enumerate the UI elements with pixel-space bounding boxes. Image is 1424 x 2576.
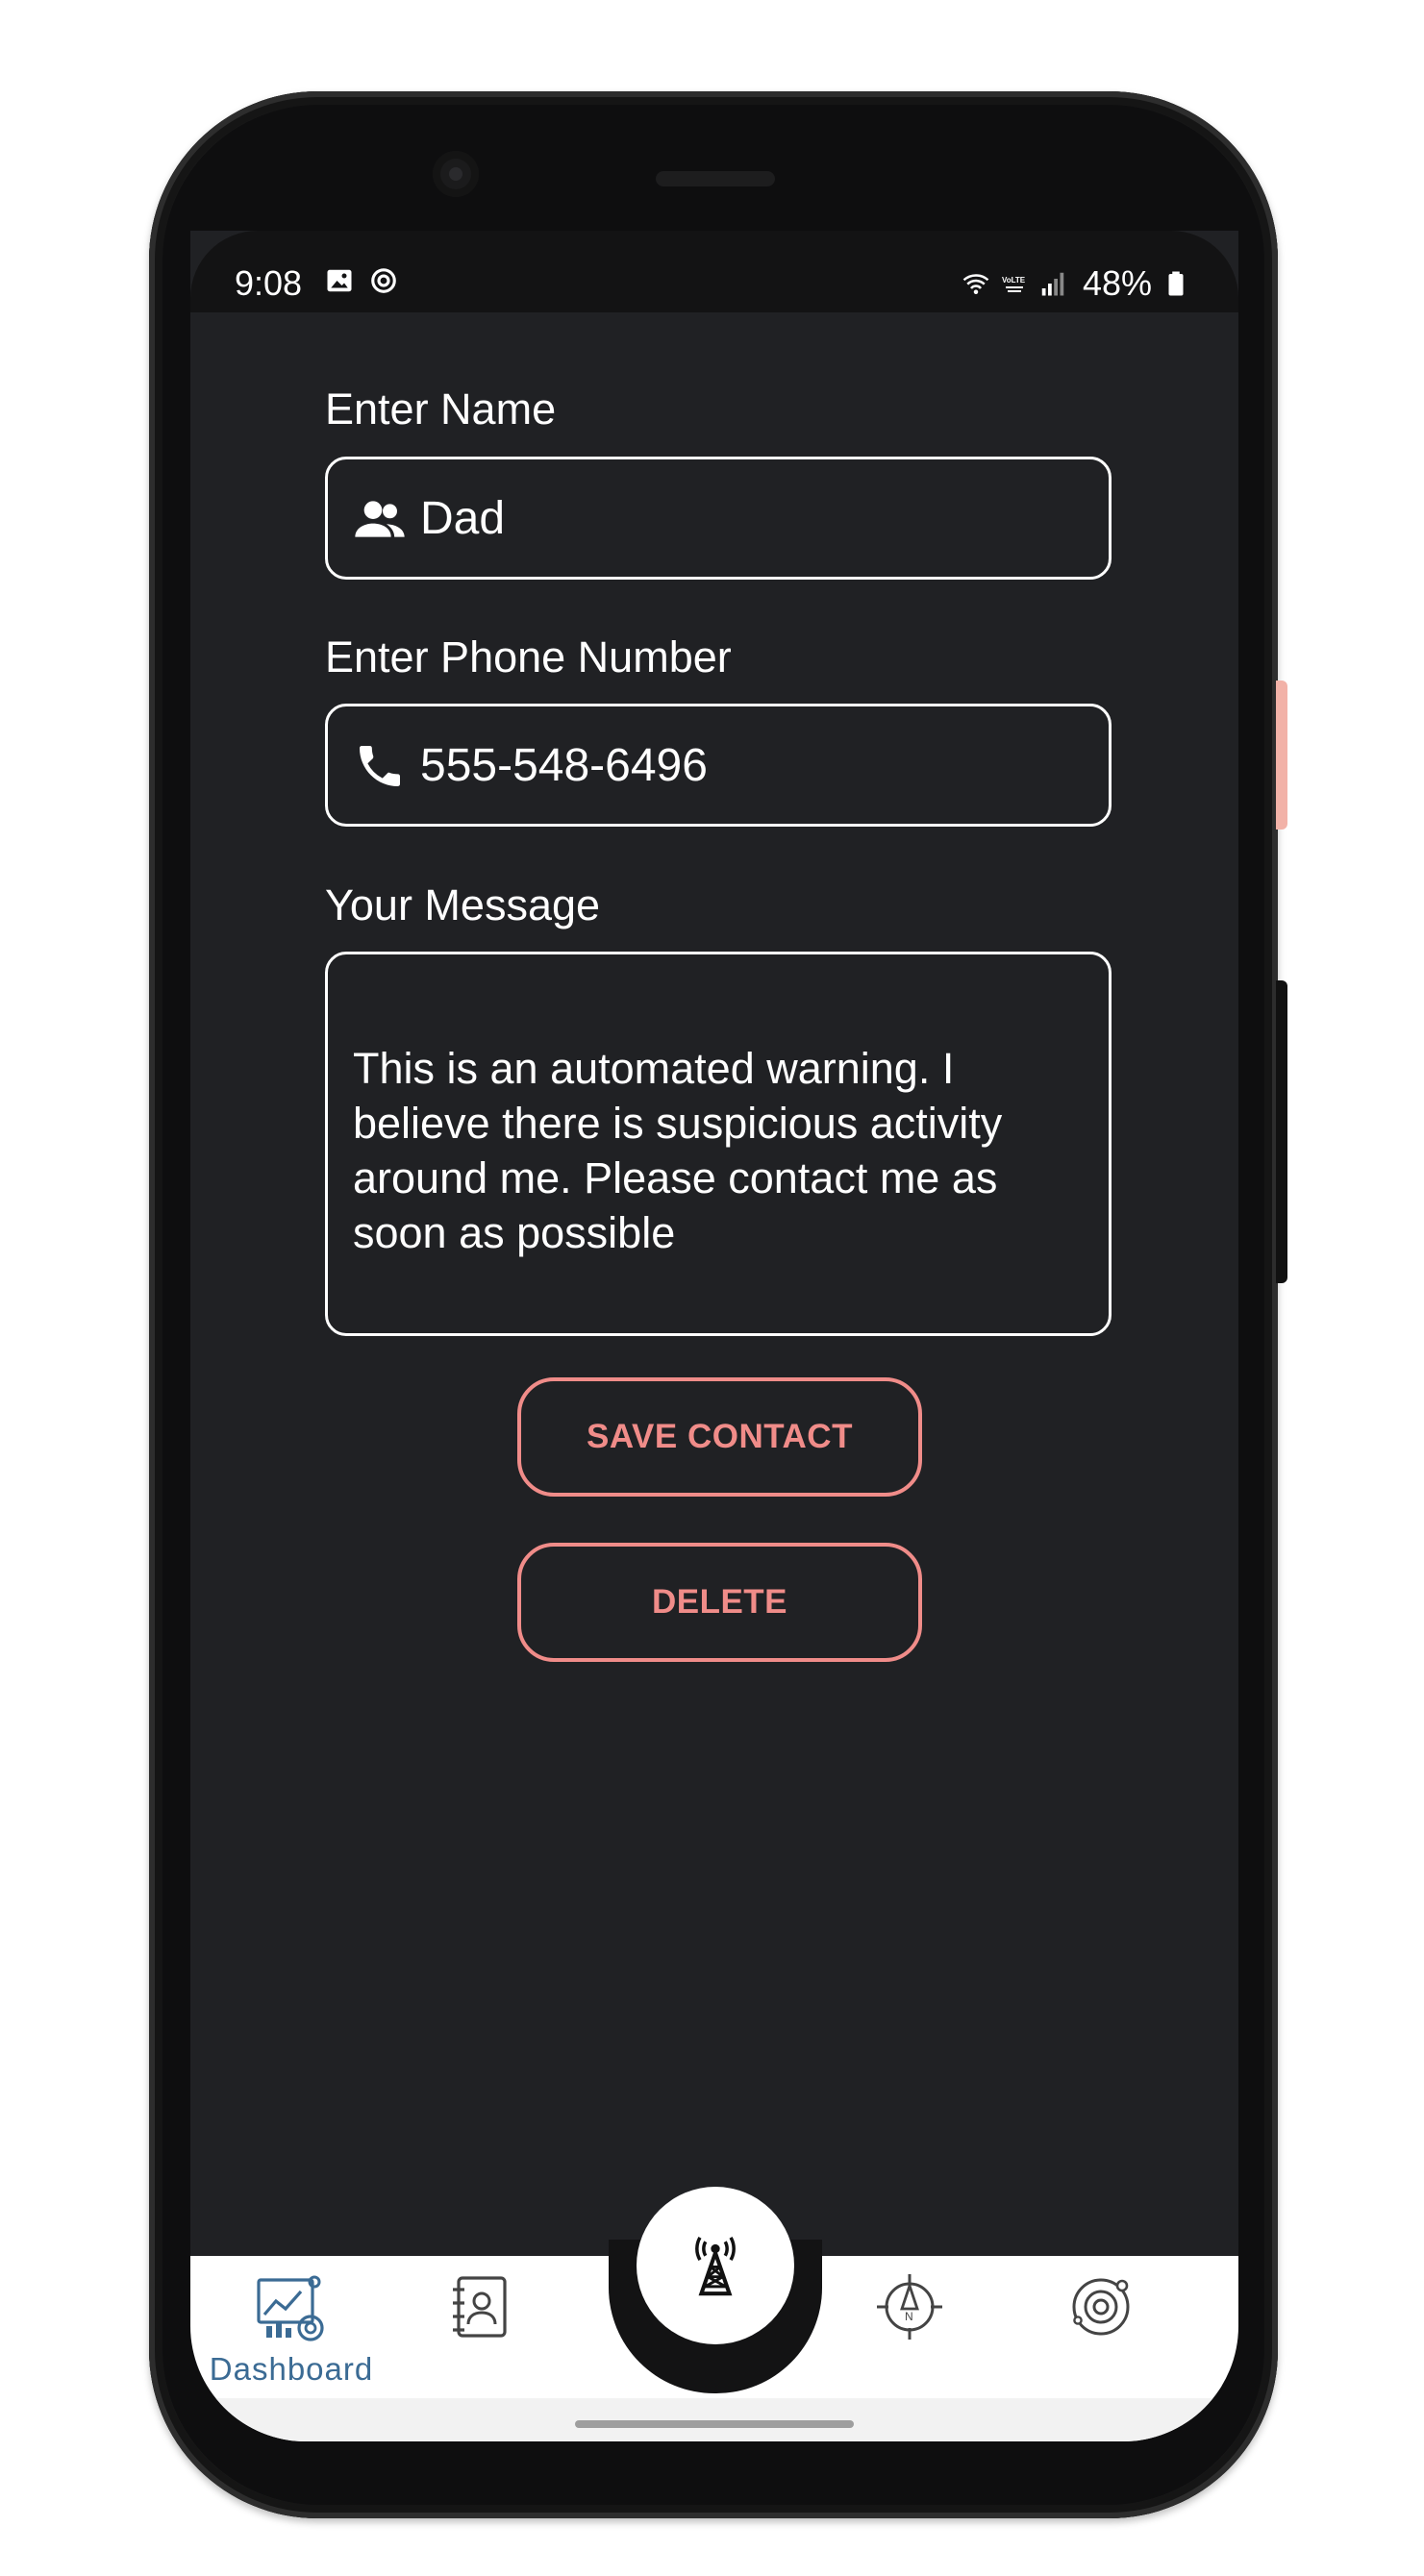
contacts-book-icon [453,2276,507,2338]
wifi-icon [962,274,989,294]
volte-icon: VoLTE [1002,276,1026,292]
svg-text:N: N [905,2310,913,2323]
save-contact-button[interactable]: SAVE CONTACT [517,1377,922,1497]
earpiece-speaker [656,171,775,186]
battery-icon [1168,271,1184,296]
message-label: Your Message [325,880,601,929]
nav-dashboard-label: Dashboard [209,2351,374,2387]
front-camera [433,151,479,197]
message-value: This is an automated warning. I believe … [353,1044,1003,1257]
people-icon [355,501,405,537]
nav-compass[interactable]: N [837,2268,982,2345]
home-indicator[interactable] [575,2420,854,2428]
phone-label: Enter Phone Number [325,632,732,681]
status-bar: 9:08 VoLTE 48% [190,231,1238,312]
battery-percentage: 48% [1082,263,1152,303]
app-screen: 9:08 VoLTE 48% Enter Name Dad Enter Phon… [190,231,1238,2441]
nav-settings[interactable] [1029,2268,1173,2345]
orbit-settings-icon [1072,2278,1130,2336]
nav-dashboard[interactable]: Dashboard [210,2268,372,2388]
phone-value: 555-548-6496 [420,740,708,791]
status-time: 9:08 [235,263,303,303]
name-label: Enter Name [325,384,557,433]
radio-tower-icon [695,2236,736,2296]
volume-button [1276,681,1287,830]
name-value: Dad [420,493,506,544]
phone-field[interactable]: 555-548-6496 [325,704,1112,827]
radio-tower-button[interactable] [637,2187,794,2344]
phone-icon [360,746,400,786]
dashboard-icon [257,2275,324,2341]
power-button [1276,980,1287,1283]
message-field[interactable]: This is an automated warning. I believe … [325,952,1112,1336]
nav-contacts[interactable] [408,2268,552,2345]
signal-icon [1041,272,1064,296]
sync-icon [371,268,396,293]
name-field[interactable]: Dad [325,457,1112,580]
image-icon [327,269,352,292]
delete-button[interactable]: DELETE [517,1543,922,1662]
svg-text:VoLTE: VoLTE [1002,276,1026,285]
compass-icon: N [877,2274,942,2340]
